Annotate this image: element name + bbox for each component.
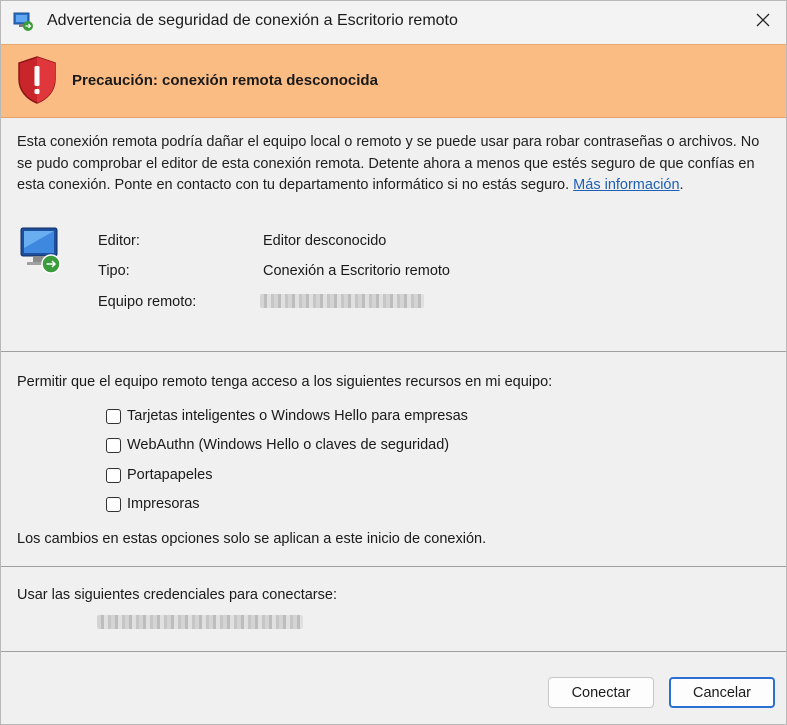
divider xyxy=(1,651,786,652)
divider xyxy=(1,351,786,352)
warning-banner: Precaución: conexión remota desconocida xyxy=(1,44,786,118)
checkbox-label: Tarjetas inteligentes o Windows Hello pa… xyxy=(127,408,468,424)
description-suffix: . xyxy=(679,177,684,193)
checkbox-box[interactable] xyxy=(106,467,121,483)
credentials-value-redacted xyxy=(97,615,303,629)
warning-description: Esta conexión remota podría dañar el equ… xyxy=(17,132,767,197)
remote-desktop-icon xyxy=(13,12,35,32)
close-button[interactable] xyxy=(740,1,786,43)
connect-button[interactable]: Conectar xyxy=(548,677,654,708)
remote-computer-icon xyxy=(19,226,65,276)
dialog-window: Advertencia de seguridad de conexión a E… xyxy=(0,0,787,725)
checkbox-printers[interactable]: Impresoras xyxy=(106,494,200,514)
remote-computer-value-redacted xyxy=(260,294,424,308)
type-value: Conexión a Escritorio remoto xyxy=(263,263,450,279)
checkbox-label: WebAuthn (Windows Hello o claves de segu… xyxy=(127,437,450,453)
title-bar: Advertencia de seguridad de conexión a E… xyxy=(1,1,786,43)
checkbox-clipboard[interactable]: Portapapeles xyxy=(106,465,212,485)
close-icon xyxy=(755,12,771,33)
editor-label: Editor: xyxy=(98,233,140,249)
warning-shield-icon xyxy=(15,55,59,105)
banner-title: Precaución: conexión remota desconocida xyxy=(72,72,378,89)
checkbox-label: Impresoras xyxy=(127,496,200,512)
checkbox-box[interactable] xyxy=(106,408,121,424)
window-title: Advertencia de seguridad de conexión a E… xyxy=(47,12,458,29)
more-info-link[interactable]: Más información xyxy=(573,177,679,193)
credentials-heading: Usar las siguientes credenciales para co… xyxy=(17,587,337,603)
cancel-button[interactable]: Cancelar xyxy=(669,677,775,708)
resources-heading: Permitir que el equipo remoto tenga acce… xyxy=(17,374,553,390)
checkbox-box[interactable] xyxy=(106,496,121,512)
checkbox-label: Portapapeles xyxy=(127,467,213,483)
type-label: Tipo: xyxy=(98,263,130,279)
checkbox-smart-cards[interactable]: Tarjetas inteligentes o Windows Hello pa… xyxy=(106,406,468,426)
editor-value: Editor desconocido xyxy=(263,233,387,249)
checkbox-webauthn[interactable]: WebAuthn (Windows Hello o claves de segu… xyxy=(106,435,449,455)
divider xyxy=(1,566,786,567)
remote-computer-label: Equipo remoto: xyxy=(98,294,197,310)
checkbox-box[interactable] xyxy=(106,437,121,453)
resources-note: Los cambios en estas opciones solo se ap… xyxy=(17,531,487,547)
